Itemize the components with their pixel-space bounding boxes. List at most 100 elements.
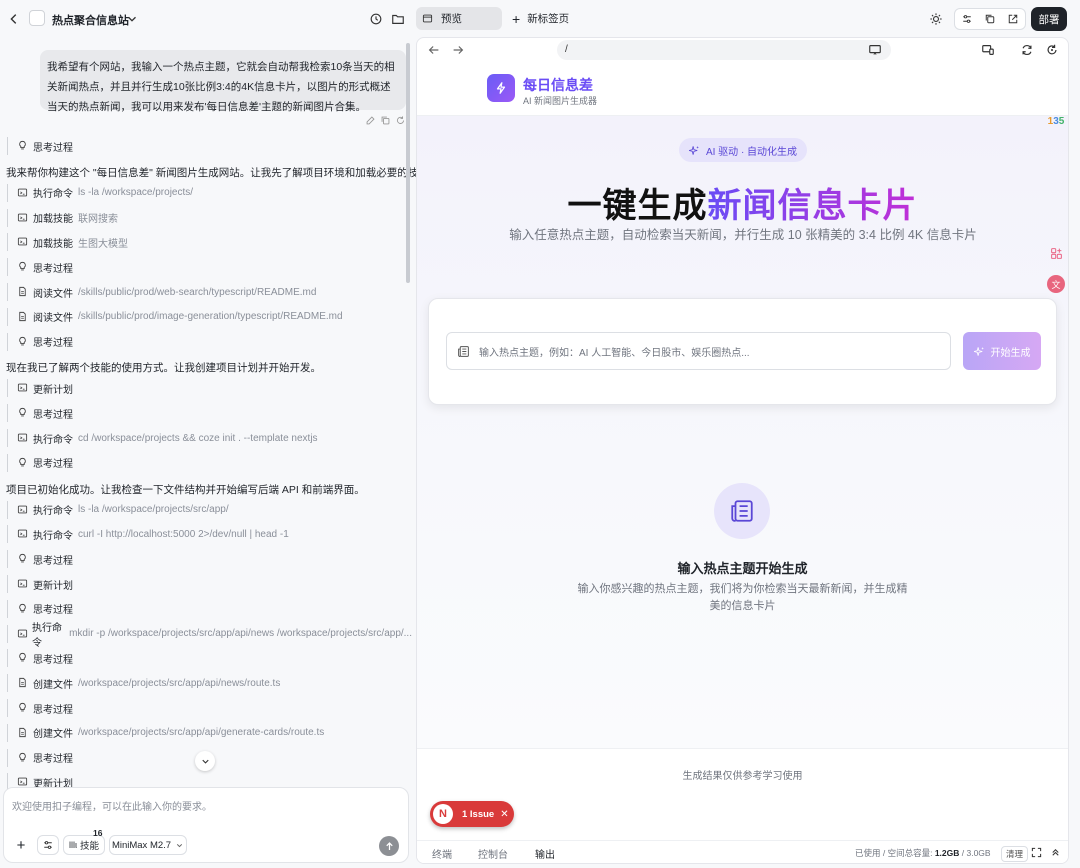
fullscreen-icon[interactable] [1031,847,1042,861]
tab-output[interactable]: 输出 [535,846,555,861]
send-button[interactable] [379,836,399,856]
settings-sliders-icon[interactable] [961,13,973,25]
tab-new[interactable]: + 新标签页 [512,7,569,30]
top-bar: 热点聚合信息站 预览 + 新标签页 部署 [0,0,1080,37]
model-select[interactable]: MiniMax M2.7 [109,835,187,855]
scroll-down-button[interactable] [195,751,215,771]
close-icon[interactable]: ✕ [500,809,508,820]
browser-icon [422,14,433,23]
issue-label: 1 Issue [462,808,495,820]
tool-step[interactable]: 执行命令 mkdir -p /workspace/projects/src/app… [7,623,412,649]
tool-step[interactable]: 思考过程 [7,137,73,155]
external-link-icon[interactable] [1007,13,1019,25]
tool-step-label: 思考过程 [33,555,73,567]
tool-step[interactable]: 执行命令 curl -I http://localhost:5000 2>/dev… [7,525,289,544]
tool-step-label: 思考过程 [33,605,73,617]
issue-badge[interactable]: N 1 Issue ✕ [430,801,514,827]
composer-input[interactable]: 欢迎使用扣子编程，可以在此输入你的要求。 [12,798,212,813]
chevron-down-icon[interactable] [121,8,143,30]
back-icon[interactable] [3,8,25,30]
tool-step[interactable]: 执行命令 cd /workspace/projects && coze init … [7,429,318,447]
tool-step[interactable]: 阅读文件/skills/public/prod/image-generation… [7,307,343,326]
terminal-icon [17,578,29,590]
skills-button[interactable]: lllι 技能 [63,835,105,855]
usage-prefix: 已使用 / 空间总容量: [855,848,935,858]
lightbulb-icon [17,702,29,714]
project-name[interactable]: 热点聚合信息站 [52,12,129,28]
tool-step[interactable]: 思考过程 [7,453,73,472]
tool-step[interactable]: 更新计划 [7,379,73,398]
hard-refresh-icon[interactable] [1041,39,1063,61]
tool-step-argument: ls -la /workspace/projects/ [78,187,194,199]
generate-button[interactable]: 开始生成 [963,332,1041,370]
edit-icon[interactable] [365,115,376,126]
file-icon [17,286,29,298]
tool-step[interactable]: 思考过程 [7,748,73,767]
colorful-extension-icon[interactable]: 135 [1046,111,1066,131]
storage-usage: 已使用 / 空间总容量: 1.2GB / 3.0GB [855,847,991,859]
translate-icon[interactable]: 文 [1046,274,1066,294]
tab-preview-label: 预览 [441,13,462,25]
tool-step[interactable]: 创建文件/workspace/projects/src/app/api/gene… [7,723,324,742]
nav-back-icon[interactable] [423,39,445,61]
cast-icon[interactable] [864,39,886,61]
tool-step[interactable]: 思考过程 [7,599,73,618]
tool-step[interactable]: 加载技能 联网搜索 [7,208,118,227]
topic-input[interactable]: 输入热点主题，例如：AI 人工智能、今日股市、娱乐圈热点... [446,332,951,370]
tool-step[interactable]: 执行命令 ls -la /workspace/projects/ [7,183,194,202]
settings-sliders-icon [44,841,52,849]
tool-step[interactable]: 阅读文件/skills/public/prod/web-search/types… [7,283,316,301]
apps-plus-icon[interactable] [1046,243,1066,263]
chevrons-up-icon[interactable] [1050,847,1061,861]
chat-scrollbar[interactable] [406,43,410,283]
tool-step[interactable]: 执行命令 ls -la /workspace/projects/src/app/ [7,500,229,519]
generate-button-label: 开始生成 [990,347,1031,359]
tab-terminal[interactable]: 终端 [432,846,452,861]
nav-forward-icon[interactable] [447,39,469,61]
retry-icon[interactable] [395,115,406,126]
hero-subtitle: 输入任意热点主题，自动检索当天新闻，并行生成 10 张精美的 3:4 比例 4K… [509,228,977,242]
theme-sun-icon[interactable] [925,8,947,30]
terminal-icon [17,187,29,199]
search-card: 输入热点主题，例如：AI 人工智能、今日股市、娱乐圈热点... 开始生成 [428,298,1057,405]
settings-button[interactable] [37,835,59,855]
tool-step-label: 更新计划 [33,384,73,396]
empty-state-subtitle: 输入你感兴趣的热点主题，我们将为你检索当天最新新闻，并生成精美的信息卡片 [577,583,908,612]
terminal-icon [17,212,29,224]
chat-composer[interactable]: 欢迎使用扣子编程，可以在此输入你的要求。 + lllι 技能 16 MiniMa… [3,787,409,863]
tool-step[interactable]: 思考过程 [7,649,73,668]
tool-step[interactable]: 更新计划 [7,575,73,593]
bolt-logo-icon [487,74,515,102]
tool-step-argument: /skills/public/prod/web-search/typescrip… [78,286,317,298]
url-input[interactable]: / [557,40,891,60]
copy-icon[interactable] [984,13,996,25]
headline-plain: 一键生成 [567,187,708,225]
tool-step[interactable]: 思考过程 [7,258,73,277]
tool-step[interactable]: 思考过程 [7,550,73,569]
tool-step-label: 执行命令 [33,530,73,542]
tab-preview[interactable]: 预览 [416,7,502,30]
tool-step[interactable]: 创建文件/workspace/projects/src/app/api/news… [7,674,280,693]
terminal-icon [17,504,29,516]
hero-section: AI 驱动 · 自动化生成 一键生成新闻信息卡片 输入任意热点主题，自动检索当天… [417,116,1068,748]
tool-step[interactable]: 思考过程 [7,404,73,423]
tool-step[interactable]: 加载技能 生图大模型 [7,233,128,252]
arrow-up-icon [385,841,393,850]
folder-icon[interactable] [387,8,409,30]
history-icon[interactable] [365,8,387,30]
tool-step[interactable]: 思考过程 [7,699,73,717]
clean-button[interactable]: 清理 [1001,846,1029,862]
copy-message-icon[interactable] [380,115,391,126]
tab-console[interactable]: 控制台 [478,846,508,861]
add-button[interactable]: + [11,835,31,855]
lightbulb-icon [17,261,29,273]
deploy-button[interactable]: 部署 [1031,7,1067,31]
feature-pill: AI 驱动 · 自动化生成 [679,138,807,162]
refresh-icon[interactable] [1016,39,1038,61]
hero-headline: 一键生成新闻信息卡片 [417,178,1068,227]
usage-total: / 3.0GB [959,848,991,858]
terminal-icon [17,528,29,540]
tool-step[interactable]: 思考过程 [7,332,73,351]
device-icon[interactable] [977,39,999,61]
tool-step-label: 执行命令 [33,434,73,446]
